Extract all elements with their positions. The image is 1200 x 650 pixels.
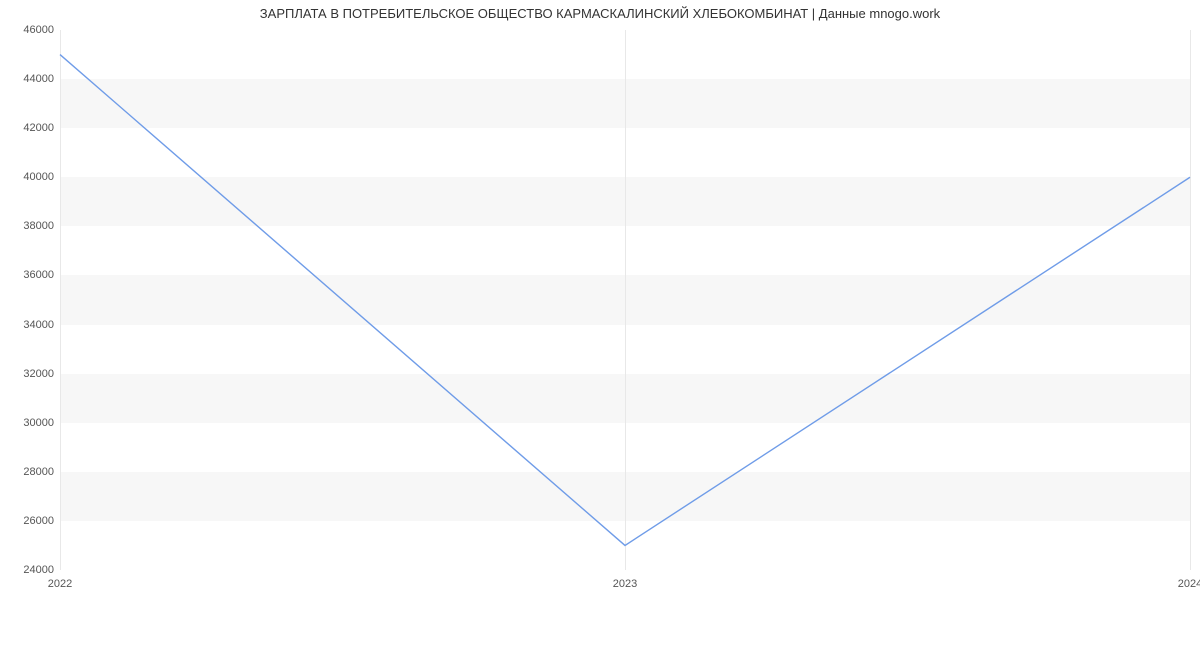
y-tick-label: 46000	[23, 24, 54, 36]
y-tick-label: 28000	[23, 466, 54, 478]
plot-area: 2400026000280003000032000340003600038000…	[60, 30, 1190, 580]
x-tick-label: 2024	[1178, 578, 1200, 590]
x-tick-label: 2022	[48, 578, 72, 590]
chart-title: ЗАРПЛАТА В ПОТРЕБИТЕЛЬСКОЕ ОБЩЕСТВО КАРМ…	[0, 0, 1200, 21]
y-tick-label: 42000	[23, 122, 54, 134]
chart-line-series	[60, 30, 1190, 570]
y-tick-label: 32000	[23, 368, 54, 380]
y-tick-label: 34000	[23, 319, 54, 331]
series-polyline	[60, 55, 1190, 546]
x-gridline	[1190, 30, 1191, 570]
y-tick-label: 24000	[23, 564, 54, 576]
y-tick-label: 36000	[23, 269, 54, 281]
y-tick-label: 30000	[23, 417, 54, 429]
y-tick-label: 26000	[23, 515, 54, 527]
y-tick-label: 44000	[23, 73, 54, 85]
y-tick-label: 38000	[23, 220, 54, 232]
x-tick-label: 2023	[613, 578, 637, 590]
y-tick-label: 40000	[23, 171, 54, 183]
salary-line-chart: ЗАРПЛАТА В ПОТРЕБИТЕЛЬСКОЕ ОБЩЕСТВО КАРМ…	[0, 0, 1200, 650]
